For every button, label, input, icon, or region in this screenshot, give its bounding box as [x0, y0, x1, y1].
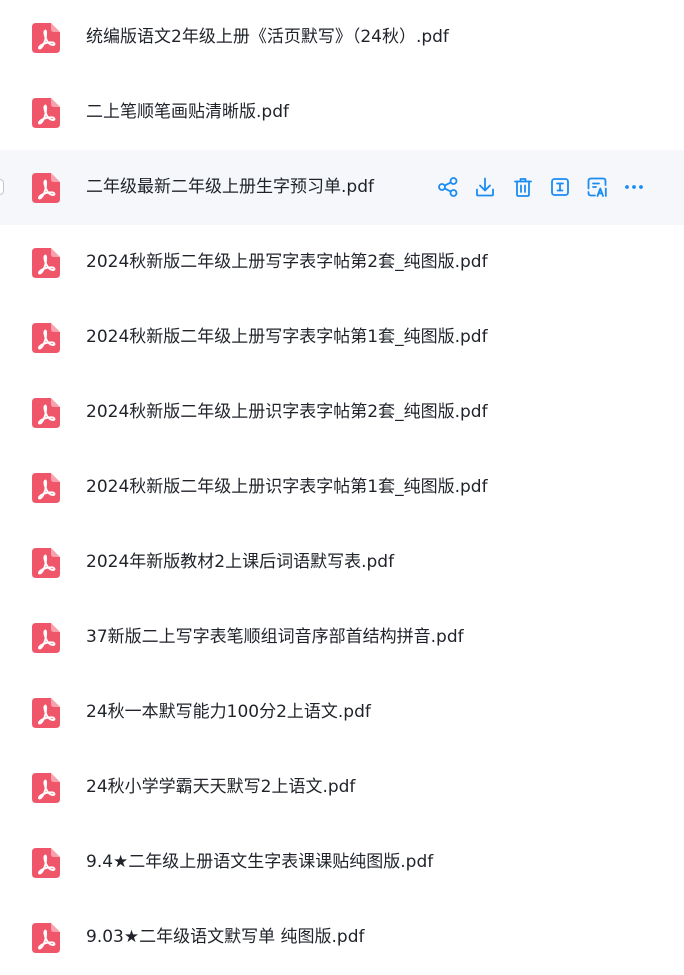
row-checkbox[interactable] [0, 179, 4, 195]
pdf-icon [32, 773, 60, 803]
file-row[interactable]: 24秋一本默写能力100分2上语文.pdf [0, 675, 684, 750]
pdf-icon [32, 848, 60, 878]
pdf-icon [32, 923, 60, 953]
file-row[interactable]: 二上笔顺笔画贴清晰版.pdf [0, 75, 684, 150]
file-name[interactable]: 2024秋新版二年级上册识字表字帖第1套_纯图版.pdf [86, 450, 488, 525]
file-name[interactable]: 二上笔顺笔画贴清晰版.pdf [86, 75, 289, 150]
file-name[interactable]: 24秋一本默写能力100分2上语文.pdf [86, 675, 371, 750]
file-name[interactable]: 二年级最新二年级上册生字预习单.pdf [86, 150, 374, 225]
file-row[interactable]: 2024秋新版二年级上册写字表字帖第2套_纯图版.pdf [0, 225, 684, 300]
file-row[interactable]: 2024秋新版二年级上册识字表字帖第1套_纯图版.pdf [0, 450, 684, 525]
share-icon[interactable] [436, 175, 460, 199]
file-name[interactable]: 9.03★二年级语文默写单 纯图版.pdf [86, 900, 364, 975]
file-name[interactable]: 2024秋新版二年级上册识字表字帖第2套_纯图版.pdf [86, 375, 488, 450]
file-row[interactable]: 2024年新版教材2上课后词语默写表.pdf [0, 525, 684, 600]
file-row[interactable]: 2024秋新版二年级上册识字表字帖第2套_纯图版.pdf [0, 375, 684, 450]
pdf-icon [32, 248, 60, 278]
pdf-icon [32, 398, 60, 428]
file-list: 统编版语文2年级上册《活页默写》（24秋）.pdf 二上笔顺笔画贴清晰版.pdf 二… [0, 0, 684, 966]
file-row[interactable]: 9.03★二年级语文默写单 纯图版.pdf [0, 900, 684, 975]
file-row[interactable]: 2024秋新版二年级上册写字表字帖第1套_纯图版.pdf [0, 300, 684, 375]
file-name[interactable]: 24秋小学学霸天天默写2上语文.pdf [86, 750, 355, 825]
file-row[interactable]: 统编版语文2年级上册《活页默写》（24秋）.pdf [0, 0, 684, 75]
file-name[interactable]: 统编版语文2年级上册《活页默写》（24秋）.pdf [86, 0, 449, 75]
pdf-icon [32, 98, 60, 128]
pdf-icon [32, 623, 60, 653]
file-name[interactable]: 9.4★二年级上册语文生字表课课贴纯图版.pdf [86, 825, 433, 900]
pdf-icon [32, 23, 60, 53]
file-row[interactable]: 37新版二上写字表笔顺组词音序部首结构拼音.pdf [0, 600, 684, 675]
pdf-icon [32, 473, 60, 503]
ai-scan-icon[interactable] [585, 175, 609, 199]
pdf-icon [32, 698, 60, 728]
file-name[interactable]: 2024秋新版二年级上册写字表字帖第2套_纯图版.pdf [86, 225, 488, 300]
rename-icon[interactable] [548, 175, 572, 199]
file-name[interactable]: 2024秋新版二年级上册写字表字帖第1套_纯图版.pdf [86, 300, 488, 375]
download-icon[interactable] [473, 175, 497, 199]
file-row[interactable]: 24秋小学学霸天天默写2上语文.pdf [0, 750, 684, 825]
file-row[interactable]: 9.4★二年级上册语文生字表课课贴纯图版.pdf [0, 825, 684, 900]
pdf-icon [32, 173, 60, 203]
file-row[interactable]: 二年级最新二年级上册生字预习单.pdf [0, 150, 684, 225]
file-name[interactable]: 37新版二上写字表笔顺组词音序部首结构拼音.pdf [86, 600, 464, 675]
pdf-icon [32, 323, 60, 353]
pdf-icon [32, 548, 60, 578]
more-icon[interactable] [622, 175, 646, 199]
delete-icon[interactable] [511, 175, 535, 199]
file-name[interactable]: 2024年新版教材2上课后词语默写表.pdf [86, 525, 394, 600]
